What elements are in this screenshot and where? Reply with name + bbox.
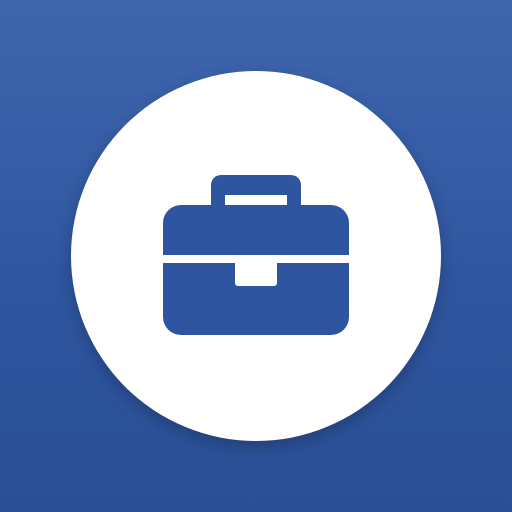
briefcase-icon <box>163 175 349 335</box>
briefcase-latch <box>235 255 277 286</box>
briefcase-lid <box>163 205 349 255</box>
briefcase-handle <box>211 175 301 205</box>
app-icon-background <box>0 0 512 512</box>
